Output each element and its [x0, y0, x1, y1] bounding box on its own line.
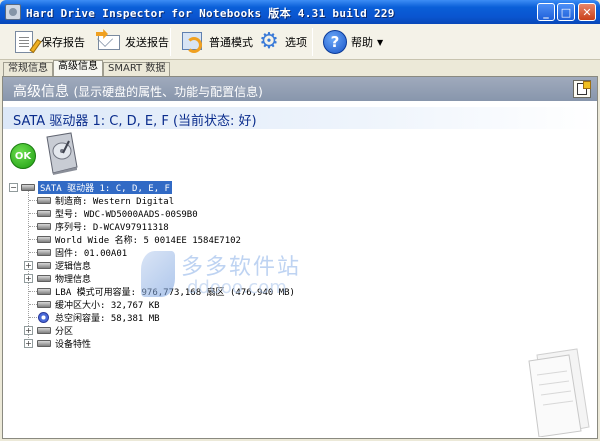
- panel-title: 高级信息 (显示硬盘的属性、功能与配置信息): [13, 81, 263, 101]
- mode-switch-icon: [180, 29, 206, 55]
- title-bar[interactable]: Hard Drive Inspector for Notebooks 版本 4.…: [0, 0, 600, 24]
- document-decoration-icon: [528, 348, 590, 437]
- options-button[interactable]: ⚙ 选项: [252, 26, 311, 58]
- status-ok-badge: OK: [10, 143, 36, 169]
- tree-item-device-features[interactable]: + 设备特性: [7, 337, 307, 350]
- tab-general-info[interactable]: 常规信息: [3, 62, 53, 76]
- drive-node-icon: [37, 301, 51, 308]
- tree-item-manufacturer[interactable]: 制造商: Western Digital: [7, 194, 307, 207]
- collapse-icon[interactable]: −: [9, 183, 18, 192]
- site-watermark: 多多软件站 ddooo.com: [141, 245, 361, 305]
- copy-report-button[interactable]: [573, 80, 591, 98]
- panel-title-text: 高级信息: [13, 84, 69, 100]
- free-space-icon: [38, 312, 49, 323]
- save-report-label: 保存报告: [41, 36, 85, 49]
- toolbar-separator: [170, 28, 171, 56]
- tree-item-partitions[interactable]: + 分区: [7, 324, 307, 337]
- drive-node-icon: [37, 236, 51, 243]
- send-report-button[interactable]: 发送报告: [92, 26, 173, 58]
- tree-item-label: 制造商: Western Digital: [55, 197, 175, 207]
- drive-node-icon: [37, 197, 51, 204]
- expand-icon[interactable]: +: [24, 274, 33, 283]
- tree-root-label: SATA 驱动器 1: C, D, E, F: [38, 181, 172, 194]
- close-button[interactable]: ✕: [578, 3, 596, 21]
- tree-item-label: 设备特性: [55, 340, 92, 350]
- gear-icon: ⚙: [259, 29, 279, 54]
- normal-mode-button[interactable]: 普通模式: [176, 26, 257, 58]
- tree-item-label: 分区: [55, 327, 74, 337]
- help-icon: ?: [322, 29, 348, 55]
- tree-item-free-space[interactable]: 总空闲容量: 58,381 MB: [7, 311, 307, 324]
- tree-item-label: 固件: 01.00A01: [55, 249, 128, 259]
- send-report-icon: [96, 29, 122, 55]
- advanced-info-panel: 高级信息 (显示硬盘的属性、功能与配置信息) SATA 驱动器 1: C, D,…: [2, 76, 598, 439]
- tree-item-serial[interactable]: 序列号: D-WCAV97911318: [7, 220, 307, 233]
- drive-title: SATA 驱动器 1: C, D, E, F (当前状态: 好): [13, 114, 257, 129]
- drive-node-icon: [37, 275, 51, 282]
- toolbar-separator: [312, 28, 313, 56]
- panel-header: 高级信息 (显示硬盘的属性、功能与配置信息): [3, 77, 597, 101]
- copy-page-icon: [577, 81, 591, 95]
- help-button[interactable]: ? 帮助 ▼: [318, 26, 387, 58]
- watermark-en-text: ddooo.com: [187, 277, 287, 298]
- tab-strip: 常规信息 高级信息 SMART 数据: [0, 60, 600, 76]
- drive-node-icon: [37, 327, 51, 334]
- save-report-button[interactable]: 保存报告: [8, 26, 89, 58]
- toolbar: 保存报告 发送报告 普通模式 ⚙ 选项 ? 帮助 ▼: [0, 24, 600, 60]
- save-report-icon: [12, 29, 42, 55]
- options-label: 选项: [285, 36, 307, 49]
- tree-item-label: 物理信息: [55, 275, 92, 285]
- drive-node-icon: [37, 340, 51, 347]
- panel-subtitle: (显示硬盘的属性、功能与配置信息): [73, 85, 263, 99]
- drive-node-icon: [21, 184, 35, 191]
- dropdown-arrow-icon: ▼: [377, 37, 384, 47]
- maximize-button[interactable]: □: [557, 3, 575, 21]
- send-report-label: 发送报告: [125, 36, 169, 49]
- tree-item-model[interactable]: 型号: WDC-WD5000AADS-00S9B0: [7, 207, 307, 220]
- watermark-logo: [141, 251, 175, 297]
- drive-node-icon: [37, 288, 51, 295]
- tree-item-label: 型号: WDC-WD5000AADS-00S9B0: [55, 210, 198, 220]
- tab-smart-data[interactable]: SMART 数据: [103, 62, 171, 76]
- tab-advanced-info[interactable]: 高级信息: [53, 60, 103, 76]
- app-icon: [5, 4, 21, 20]
- help-label: 帮助: [351, 36, 373, 49]
- tree-item-label: 序列号: D-WCAV97911318: [55, 223, 169, 233]
- tree-item-label: 逻辑信息: [55, 262, 92, 272]
- expand-icon[interactable]: +: [24, 339, 33, 348]
- drive-node-icon: [37, 249, 51, 256]
- window-title: Hard Drive Inspector for Notebooks 版本 4.…: [26, 7, 395, 20]
- drive-header: SATA 驱动器 1: C, D, E, F (当前状态: 好): [3, 107, 597, 129]
- drive-node-icon: [37, 210, 51, 217]
- tree-item-label: 总空闲容量: 58,381 MB: [55, 314, 160, 324]
- drive-node-icon: [37, 262, 51, 269]
- minimize-button[interactable]: _: [537, 3, 555, 21]
- expand-icon[interactable]: +: [24, 326, 33, 335]
- expand-icon[interactable]: +: [24, 261, 33, 270]
- normal-mode-label: 普通模式: [209, 36, 253, 49]
- tree-root-row[interactable]: − SATA 驱动器 1: C, D, E, F: [7, 181, 307, 194]
- drive-node-icon: [37, 223, 51, 230]
- hard-drive-icon: [46, 132, 78, 175]
